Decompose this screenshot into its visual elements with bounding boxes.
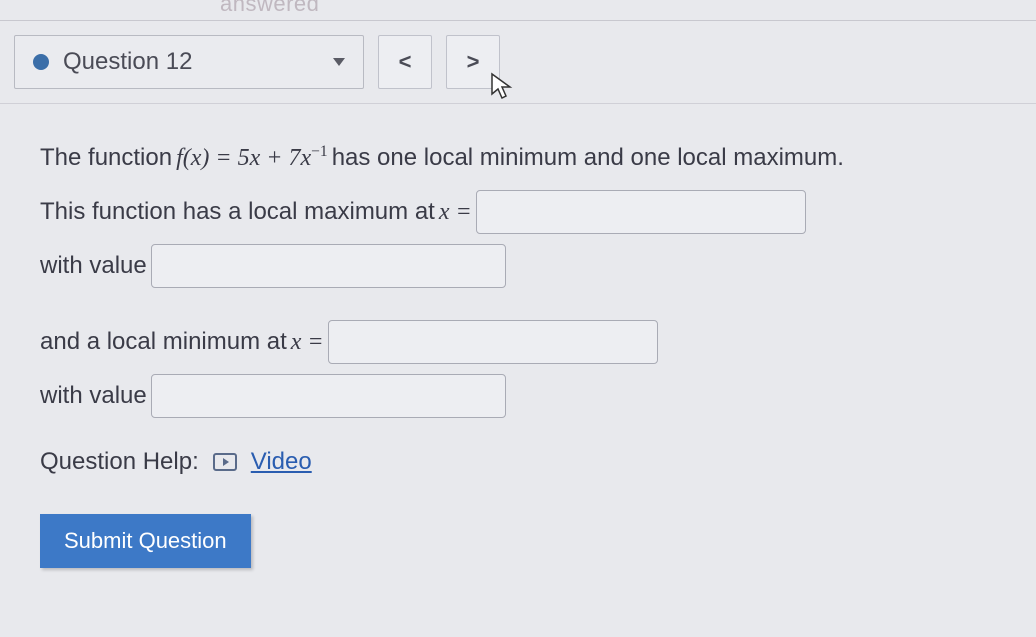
question-help-row: Question Help: Video: [40, 448, 996, 476]
text-segment: The function: [40, 134, 172, 182]
text-segment: with value: [40, 372, 147, 420]
math-x-equals: x =: [291, 318, 324, 366]
submit-question-button[interactable]: Submit Question: [40, 514, 251, 568]
chevron-left-icon: <: [399, 49, 412, 75]
local-min-prompt: and a local minimum at x =: [40, 318, 996, 366]
text-segment: and a local minimum at: [40, 318, 287, 366]
status-dot-icon: [33, 54, 49, 70]
local-max-x-input[interactable]: [476, 190, 806, 234]
question-nav-bar: Question 12 < >: [0, 20, 1036, 104]
help-label: Question Help:: [40, 448, 199, 476]
math-exponent: −1: [311, 143, 328, 160]
local-max-value-prompt: with value: [40, 242, 996, 290]
text-segment: This function has a local maximum at: [40, 188, 435, 236]
math-function: f(x) = 5x + 7x−1: [176, 134, 328, 182]
math-x-equals: x =: [439, 188, 472, 236]
partial-header-text: answered: [0, 0, 1036, 20]
math-expression: f(x) = 5x + 7x: [176, 145, 311, 171]
prev-question-button[interactable]: <: [378, 35, 432, 89]
problem-statement-line1: The function f(x) = 5x + 7x−1 has one lo…: [40, 134, 996, 182]
question-content: The function f(x) = 5x + 7x−1 has one lo…: [0, 104, 1036, 598]
video-play-icon: [213, 453, 237, 471]
local-min-value-prompt: with value: [40, 372, 996, 420]
text-segment: has one local minimum and one local maxi…: [332, 134, 844, 182]
next-question-button[interactable]: >: [446, 35, 500, 89]
video-help-link[interactable]: Video: [251, 448, 312, 476]
local-max-prompt: This function has a local maximum at x =: [40, 188, 996, 236]
chevron-down-icon: [333, 58, 345, 66]
chevron-right-icon: >: [467, 49, 480, 75]
question-selector-dropdown[interactable]: Question 12: [14, 35, 364, 89]
local-min-x-input[interactable]: [328, 320, 658, 364]
local-min-value-input[interactable]: [151, 374, 506, 418]
text-segment: with value: [40, 242, 147, 290]
local-max-value-input[interactable]: [151, 244, 506, 288]
question-number-label: Question 12: [63, 48, 192, 76]
